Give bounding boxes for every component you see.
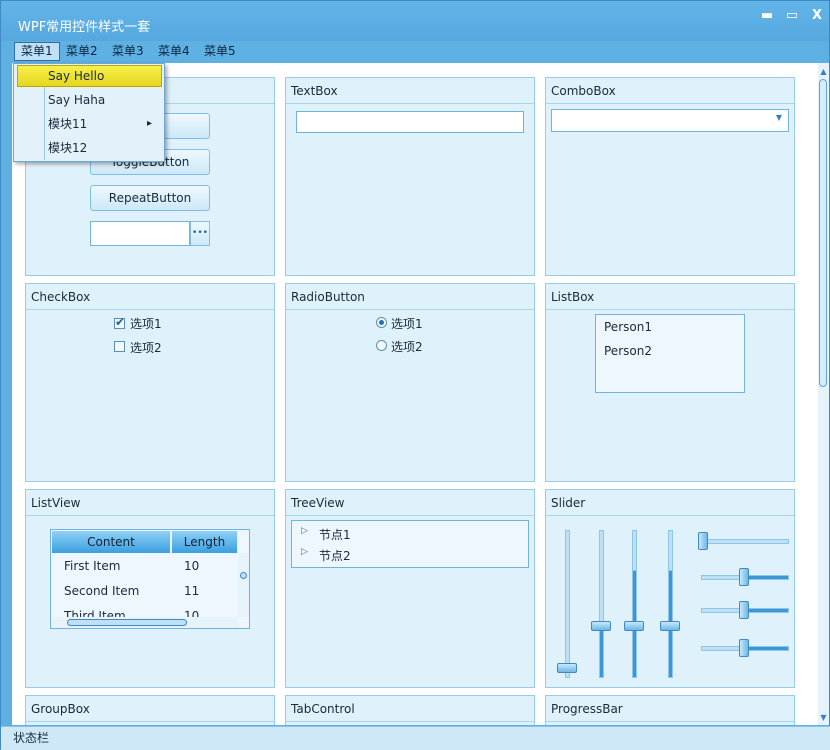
- menu-item-module11[interactable]: 模块11 ▸: [17, 113, 162, 135]
- panel-title: TabControl: [286, 696, 534, 722]
- main-vertical-scrollbar[interactable]: ▲ ▼: [818, 63, 829, 725]
- content-area: Button ToggleButton RepeatButton ••• Tex…: [12, 63, 818, 725]
- expand-icon[interactable]: ▷: [301, 526, 308, 536]
- list-item[interactable]: Person1: [604, 320, 652, 334]
- minimize-icon[interactable]: ▬: [757, 7, 777, 25]
- scroll-thumb[interactable]: [67, 619, 187, 626]
- checkbox-2[interactable]: [114, 341, 125, 352]
- menu-item-say-haha[interactable]: Say Haha: [17, 89, 162, 111]
- file-path-input[interactable]: [90, 221, 190, 246]
- tree-view[interactable]: ▷ 节点1 ▷ 节点2: [291, 520, 529, 568]
- slider-panel: Slider: [545, 489, 795, 688]
- horizontal-slider-thumb[interactable]: [739, 601, 749, 619]
- menu-item-1[interactable]: 菜单1: [14, 42, 60, 61]
- radio-1[interactable]: [376, 317, 387, 328]
- groupbox-panel: GroupBox: [25, 695, 275, 725]
- panel-title: CheckBox: [26, 284, 274, 310]
- table-cell: Third Item: [64, 609, 126, 617]
- table-cell: 10: [184, 609, 200, 617]
- list-item[interactable]: Person2: [604, 344, 652, 358]
- vertical-slider-fill: [599, 627, 604, 678]
- dropdown-menu: Say Hello Say Haha 模块11 ▸ 模块12: [13, 63, 165, 162]
- browse-button[interactable]: •••: [190, 221, 210, 246]
- listbox-panel: ListBox Person1 Person2: [545, 283, 795, 482]
- horizontal-slider-track[interactable]: [701, 539, 789, 544]
- menu-bar: 菜单1 菜单2 菜单3 菜单4 菜单5: [12, 41, 820, 62]
- menu-item-3[interactable]: 菜单3: [106, 42, 150, 61]
- horizontal-slider-thumb[interactable]: [698, 532, 708, 550]
- menu-item-label: 模块11: [48, 117, 88, 131]
- table-cell: 11: [184, 584, 200, 598]
- scroll-down-icon[interactable]: ▼: [819, 713, 828, 722]
- window-title: WPF常用控件样式一套: [18, 20, 151, 35]
- listview-panel: ListView Content Length First Item 10 Se…: [25, 489, 275, 688]
- panel-title: ListBox: [546, 284, 794, 310]
- panel-title: ComboBox: [546, 78, 794, 104]
- status-bar: 状态栏: [1, 726, 830, 750]
- scroll-thumb[interactable]: [240, 572, 247, 579]
- vertical-slider-thumb[interactable]: [660, 621, 680, 631]
- text-input[interactable]: [296, 111, 524, 133]
- treeview-panel: TreeView ▷ 节点1 ▷ 节点2: [285, 489, 535, 688]
- check-icon: ✔: [115, 315, 126, 329]
- radio-label: 选项2: [391, 340, 423, 354]
- column-header[interactable]: Length: [172, 531, 238, 553]
- panel-title: Slider: [546, 490, 794, 516]
- horizontal-scrollbar[interactable]: [51, 617, 239, 628]
- textbox-panel: TextBox: [285, 77, 535, 276]
- table-cell: 10: [184, 559, 200, 573]
- vertical-slider-thumb[interactable]: [591, 621, 611, 631]
- tabcontrol-panel: TabControl: [285, 695, 535, 725]
- tree-node[interactable]: 节点1: [319, 526, 351, 543]
- submenu-arrow-icon: ▸: [146, 118, 152, 129]
- vertical-scrollbar[interactable]: [238, 553, 249, 617]
- radio-2[interactable]: [376, 340, 387, 351]
- panel-title: TreeView: [286, 490, 534, 516]
- horizontal-slider-thumb[interactable]: [739, 568, 749, 586]
- combobox-panel: ComboBox ▼: [545, 77, 795, 276]
- title-bar[interactable]: WPF常用控件样式一套 ▬ ▭ X: [1, 1, 829, 41]
- panel-title: GroupBox: [26, 696, 274, 722]
- menu-item-5[interactable]: 菜单5: [198, 42, 242, 61]
- menu-item-say-hello[interactable]: Say Hello: [17, 65, 162, 87]
- radio-label: 选项1: [391, 317, 423, 331]
- scroll-thumb[interactable]: [819, 79, 827, 387]
- scroll-up-icon[interactable]: ▲: [819, 67, 828, 76]
- vertical-slider-thumb[interactable]: [557, 663, 577, 673]
- panel-title: TextBox: [286, 78, 534, 104]
- tree-node[interactable]: 节点2: [319, 547, 351, 564]
- checkbox-label: 选项2: [130, 341, 162, 355]
- maximize-icon[interactable]: ▭: [782, 7, 802, 25]
- list-box[interactable]: Person1 Person2: [595, 314, 745, 393]
- table-cell: First Item: [64, 559, 121, 573]
- menu-item-module12[interactable]: 模块12: [17, 137, 162, 159]
- menu-item-2[interactable]: 菜单2: [60, 42, 104, 61]
- column-header[interactable]: Content: [52, 531, 171, 553]
- expand-icon[interactable]: ▷: [301, 547, 308, 557]
- checkbox-panel: CheckBox ✔ 选项1 选项2: [25, 283, 275, 482]
- table-cell: Second Item: [64, 584, 140, 598]
- panel-title: ListView: [26, 490, 274, 516]
- panel-title: RadioButton: [286, 284, 534, 310]
- vertical-slider-track[interactable]: [565, 530, 570, 678]
- list-view[interactable]: Content Length First Item 10 Second Item…: [50, 529, 250, 629]
- vertical-slider-thumb[interactable]: [624, 621, 644, 631]
- menu-item-4[interactable]: 菜单4: [152, 42, 196, 61]
- repeat-button[interactable]: RepeatButton: [90, 185, 210, 211]
- combo-box[interactable]: ▼: [551, 109, 789, 132]
- radiobutton-panel: RadioButton 选项1 选项2: [285, 283, 535, 482]
- horizontal-slider-thumb[interactable]: [739, 639, 749, 657]
- checkbox-label: 选项1: [130, 317, 162, 331]
- progressbar-panel: ProgressBar: [545, 695, 795, 725]
- chevron-down-icon: ▼: [775, 113, 782, 122]
- main-window: WPF常用控件样式一套 ▬ ▭ X 菜单1 菜单2 菜单3 菜单4 菜单5 Bu…: [0, 0, 830, 750]
- close-icon[interactable]: X: [807, 7, 827, 25]
- panel-title: ProgressBar: [546, 696, 794, 722]
- checkbox-1[interactable]: ✔: [114, 315, 126, 329]
